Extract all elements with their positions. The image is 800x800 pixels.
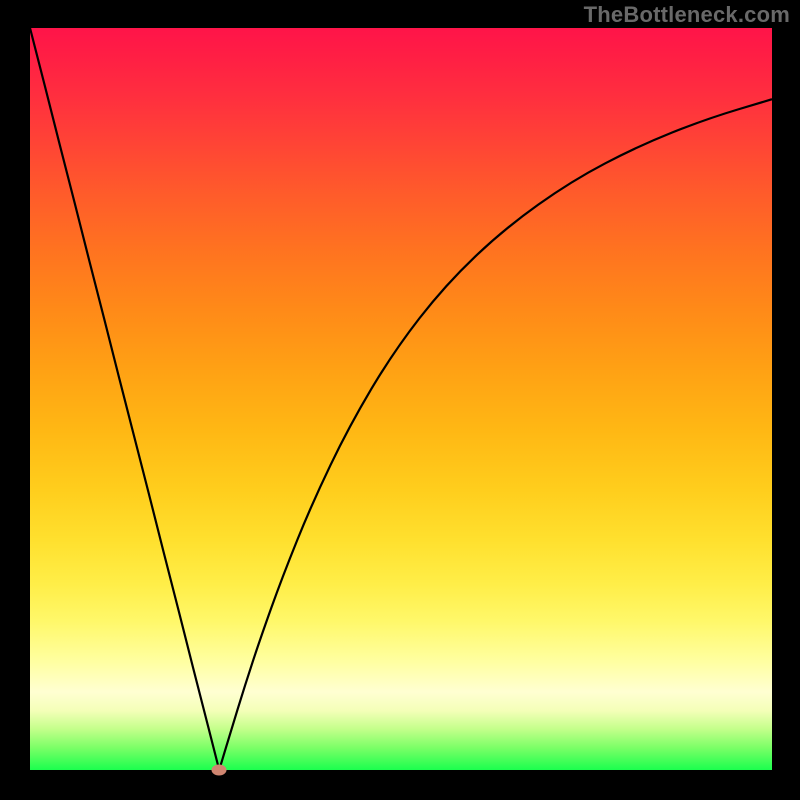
optimal-point-marker (212, 765, 227, 776)
watermark-text: TheBottleneck.com (584, 2, 790, 28)
plot-area (30, 28, 772, 770)
plot-inner (30, 28, 772, 770)
curve-left-segment (30, 28, 219, 770)
chart-frame: TheBottleneck.com (0, 0, 800, 800)
curve-right-segment (219, 99, 772, 770)
bottleneck-curve (30, 28, 772, 770)
